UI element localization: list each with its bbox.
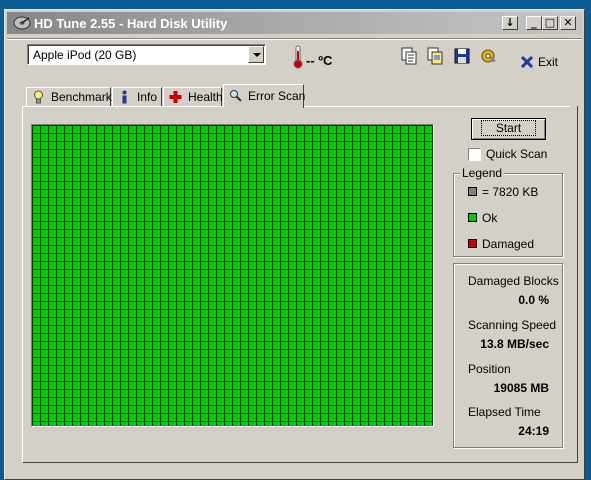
quick-scan-label: Quick Scan — [486, 147, 548, 161]
tab-health-label: Health — [188, 90, 223, 104]
tab-error-scan-label: Error Scan — [248, 89, 306, 103]
copy-text-icon[interactable] — [400, 47, 418, 65]
drive-select-value: Apple iPod (20 GB) — [33, 48, 137, 62]
health-cross-icon — [169, 91, 182, 103]
minimize-button[interactable]: _ — [526, 16, 542, 30]
thermometer-icon — [293, 45, 303, 69]
legend-group: Legend = 7820 KB Ok Damaged — [453, 166, 563, 257]
scan-block-grid — [32, 125, 433, 426]
drive-select[interactable]: Apple iPod (20 GB) — [27, 44, 266, 65]
copy-screen-icon[interactable] — [426, 47, 444, 65]
tab-info-label: Info — [137, 90, 158, 104]
elapsed-time-label: Elapsed Time — [468, 405, 541, 419]
lightbulb-icon — [34, 90, 43, 104]
elapsed-time-value: 24:19 — [518, 424, 549, 438]
down-arrow-icon: ↓ — [505, 16, 515, 29]
legend-damaged: Damaged — [468, 237, 534, 251]
exit-label: Exit — [538, 55, 559, 69]
legend-damaged-text: Damaged — [482, 237, 535, 251]
info-icon — [122, 90, 127, 104]
legend-block-size-text: = 7820 KB — [482, 185, 539, 199]
close-button[interactable]: ✕ — [560, 16, 576, 30]
damaged-swatch — [468, 239, 477, 248]
position-label: Position — [468, 362, 511, 376]
minimize-icon: _ — [531, 16, 537, 29]
block-swatch — [468, 187, 477, 196]
window-title: HD Tune 2.55 - Hard Disk Utility — [34, 16, 228, 31]
tab-benchmark[interactable]: Benchmark — [26, 87, 112, 106]
tab-error-scan[interactable]: Error Scan — [223, 84, 306, 108]
options-icon[interactable] — [479, 47, 497, 65]
chevron-down-icon[interactable] — [248, 46, 264, 63]
stats-group: Damaged Blocks 0.0 % Scanning Speed 13.8… — [453, 263, 563, 448]
damaged-blocks-value: 0.0 % — [518, 293, 549, 307]
title-bar[interactable]: HD Tune 2.55 - Hard Disk Utility ↓ _ □ ✕ — [7, 12, 582, 34]
scanning-speed-value: 13.8 MB/sec — [480, 337, 549, 351]
legend-title: Legend — [460, 166, 505, 180]
ok-swatch — [468, 213, 477, 222]
quick-scan-checkbox[interactable] — [468, 148, 481, 161]
toolbar-separator — [7, 38, 582, 40]
scanning-speed-label: Scanning Speed — [468, 318, 557, 332]
legend-ok: Ok — [468, 211, 497, 225]
legend-block-size: = 7820 KB — [468, 185, 538, 199]
tab-health[interactable]: Health — [163, 87, 223, 106]
window-menu-button[interactable]: ↓ — [502, 16, 518, 30]
start-button[interactable]: Start — [471, 118, 546, 140]
exit-icon — [520, 55, 534, 69]
temperature-readout: -- ºC — [306, 53, 333, 68]
app-window: HD Tune 2.55 - Hard Disk Utility ↓ _ □ ✕… — [4, 9, 585, 480]
damaged-blocks-label: Damaged Blocks — [468, 274, 559, 288]
start-button-label: Start — [480, 120, 537, 136]
hd-tune-app-icon — [13, 16, 31, 30]
close-icon: ✕ — [563, 16, 573, 29]
maximize-icon: □ — [544, 16, 556, 29]
tab-info[interactable]: Info — [112, 87, 162, 106]
legend-ok-text: Ok — [482, 211, 498, 225]
maximize-button[interactable]: □ — [542, 16, 558, 30]
tab-benchmark-label: Benchmark — [51, 90, 112, 104]
save-icon[interactable] — [453, 47, 471, 65]
position-value: 19085 MB — [493, 381, 549, 395]
magnifier-icon — [230, 90, 242, 102]
scan-map — [31, 124, 434, 427]
